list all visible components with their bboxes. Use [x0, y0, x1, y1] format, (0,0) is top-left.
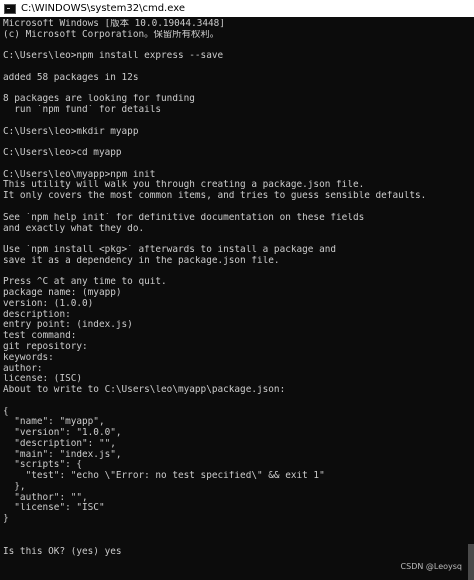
console-line: It only covers the most common items, an…: [3, 191, 427, 202]
console-line: package name: (myapp): [3, 288, 122, 299]
console-line: See `npm help init` for definitive docum…: [3, 212, 365, 223]
watermark: CSDN @Leoysq: [400, 562, 462, 571]
console-line: version: (1.0.0): [3, 298, 94, 309]
console-line: {: [3, 406, 9, 417]
console-line: This utility will walk you through creat…: [3, 180, 365, 191]
console-line: Microsoft Windows [版本 10.0.19044.3448]: [3, 19, 225, 29]
console-line: entry point: (index.js): [3, 320, 133, 331]
console-line: 8 packages are looking for funding: [3, 94, 195, 105]
console-line: "description": "",: [3, 438, 116, 449]
console-line: added 58 packages in 12s: [3, 72, 139, 83]
console-line: description:: [3, 309, 71, 320]
console-line: C:\Users\leo>mkdir myapp: [3, 126, 139, 137]
console-line: C:\Users\leo>npm install express --save: [3, 51, 224, 62]
console-line: C:\Users\leo>cd myapp: [3, 148, 122, 159]
console-line: Press ^C at any time to quit.: [3, 277, 167, 288]
console-line: and exactly what they do.: [3, 223, 145, 234]
console-line: author:: [3, 363, 43, 374]
console-line: "version": "1.0.0",: [3, 428, 122, 439]
console-line: git repository:: [3, 341, 88, 352]
console-line: "test": "echo \"Error: no test specified…: [3, 471, 325, 482]
console-line: },: [3, 481, 26, 492]
console-line: run `npm fund` for details: [3, 105, 162, 116]
console-line: Use `npm install <pkg>` afterwards to in…: [3, 245, 337, 256]
console-line: "main": "index.js",: [3, 449, 122, 460]
window-title: C:\WINDOWS\system32\cmd.exe: [21, 3, 185, 14]
console-line: "scripts": {: [3, 460, 83, 471]
console-line: (c) Microsoft Corporation。保留所有权利。: [3, 29, 220, 40]
console-line: About to write to C:\Users\leo\myapp\pac…: [3, 385, 286, 396]
title-bar[interactable]: C:\WINDOWS\system32\cmd.exe: [0, 0, 474, 17]
console-line: license: (ISC): [3, 374, 83, 385]
console-line: save it as a dependency in the package.j…: [3, 255, 280, 266]
console-line: "author": "",: [3, 492, 88, 503]
vertical-scrollbar[interactable]: [468, 17, 474, 580]
console-line: "license": "ISC": [3, 503, 105, 514]
console-line: C:\Users\leo\myapp>npm init: [3, 169, 156, 180]
console-icon: [4, 3, 16, 14]
console-line: Is this OK? (yes) yes: [3, 546, 122, 557]
console-line: keywords:: [3, 352, 54, 363]
console-line: "name": "myapp",: [3, 417, 105, 428]
console-line: }: [3, 514, 9, 525]
console-output[interactable]: Microsoft Windows [版本 10.0.19044.3448] (…: [3, 19, 465, 578]
scrollbar-thumb[interactable]: [468, 544, 474, 580]
console-line: test command:: [3, 331, 77, 342]
